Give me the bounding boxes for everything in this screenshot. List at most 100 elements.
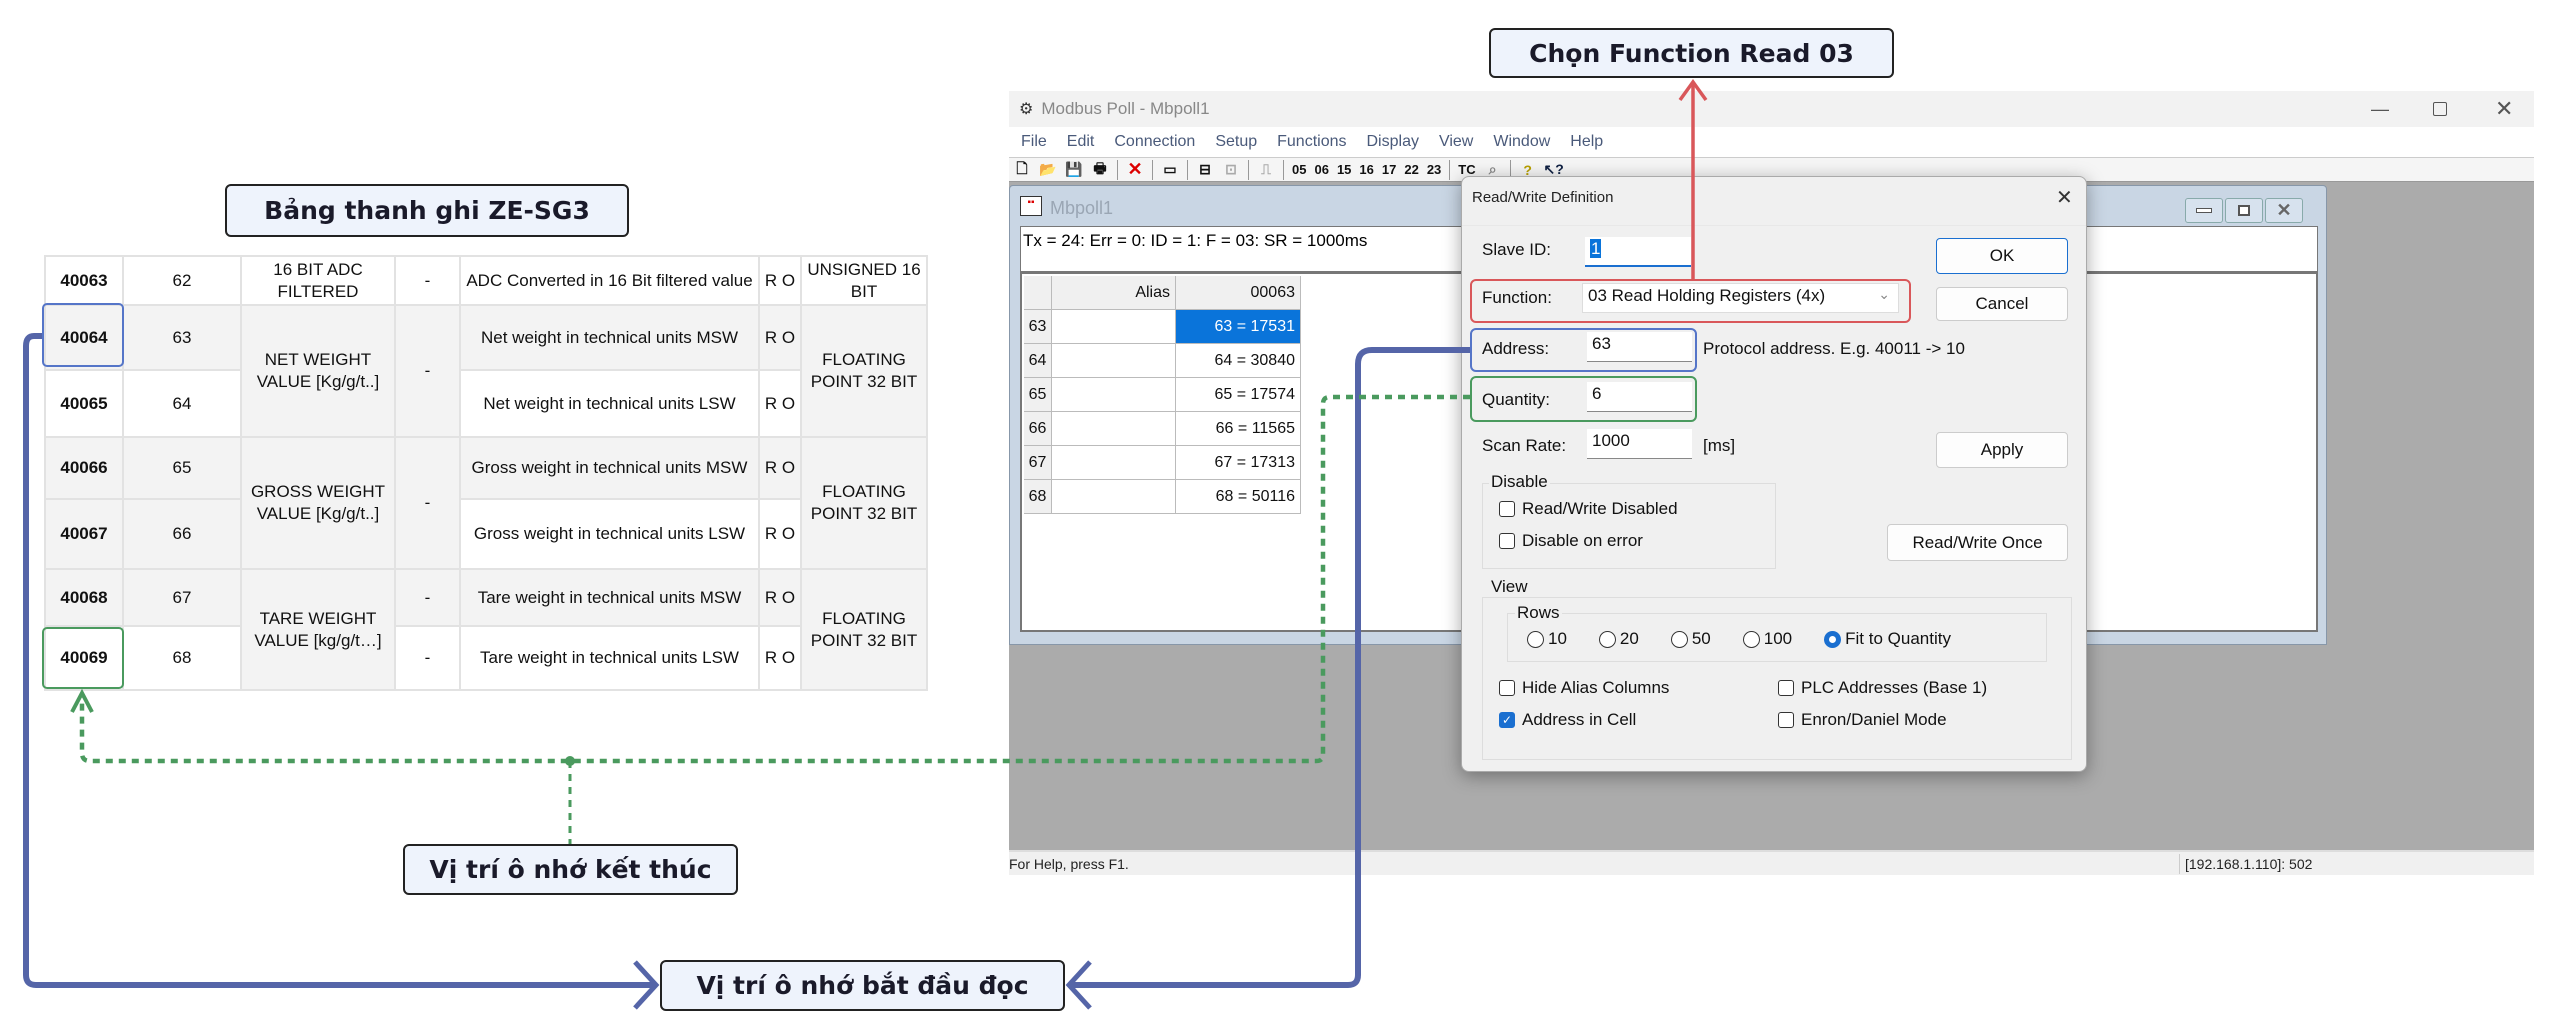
- row-number: 68: [1024, 480, 1052, 514]
- function-22-button[interactable]: 22: [1404, 162, 1418, 177]
- hide-alias-checkbox[interactable]: Hide Alias Columns: [1499, 678, 1669, 698]
- function-16-button[interactable]: 16: [1359, 162, 1373, 177]
- alias-cell[interactable]: [1052, 378, 1176, 412]
- register-name: 16 BIT ADC FILTERED: [240, 255, 396, 306]
- rows-option-radio[interactable]: 100: [1742, 629, 1792, 649]
- menu-window[interactable]: Window: [1493, 133, 1550, 151]
- read-write-definition-dialog: Read/Write Definition ✕ Slave ID: 1 Func…: [1461, 176, 2087, 772]
- connection-status: [192.168.1.110]: 502: [2185, 856, 2313, 872]
- dialog-close-button[interactable]: ✕: [2056, 185, 2073, 210]
- maximize-button[interactable]: [2433, 102, 2447, 116]
- scan-rate-input[interactable]: 1000: [1587, 429, 1692, 459]
- column-header-alias[interactable]: Alias: [1052, 276, 1176, 310]
- app-icon: ⚙: [1019, 101, 1034, 118]
- table-title: Bảng thanh ghi ZE-SG3: [264, 196, 590, 225]
- child-minimize-button[interactable]: [2185, 198, 2223, 223]
- column-header-address[interactable]: 00063: [1176, 276, 1301, 310]
- status-help-text: For Help, press F1.: [1009, 856, 1129, 872]
- function-23-button[interactable]: 23: [1427, 162, 1441, 177]
- menu-functions[interactable]: Functions: [1277, 133, 1346, 151]
- alias-cell[interactable]: [1052, 446, 1176, 480]
- value-cell[interactable]: 66 = 11565: [1176, 412, 1301, 446]
- checkbox-box: [1499, 501, 1515, 517]
- rows-option-radio[interactable]: 10: [1527, 629, 1567, 649]
- scan-rate-label: Scan Rate:: [1482, 436, 1567, 455]
- start-note: Vị trí ô nhớ bắt đầu đọc: [696, 971, 1029, 1000]
- delete-icon[interactable]: ✕: [1125, 159, 1145, 179]
- menu-view[interactable]: View: [1439, 133, 1473, 151]
- rows-option-radio[interactable]: Fit to Quantity: [1824, 629, 1951, 649]
- toolbar-separator: [1283, 159, 1284, 180]
- save-icon[interactable]: 💾: [1064, 161, 1084, 179]
- tc-button[interactable]: TC: [1458, 162, 1475, 177]
- dialog-body: [1462, 225, 2086, 226]
- alias-cell[interactable]: [1052, 412, 1176, 446]
- value-cell[interactable]: 63 = 17531: [1176, 310, 1301, 344]
- disconnect-icon[interactable]: ⊡: [1221, 161, 1241, 179]
- rows-option-label: 10: [1548, 629, 1567, 648]
- alias-cell[interactable]: [1052, 480, 1176, 514]
- alias-cell[interactable]: [1052, 344, 1176, 378]
- ok-button[interactable]: OK: [1936, 238, 2068, 274]
- register-address: 40067: [44, 498, 124, 570]
- function-15-button[interactable]: 15: [1337, 162, 1351, 177]
- table-row: 40068 67 TARE WEIGHT VALUE [kg/g/t…] - T…: [44, 568, 928, 691]
- register-desc: Net weight in technical units MSW: [459, 304, 760, 371]
- register-access: R O: [758, 436, 802, 500]
- cancel-button[interactable]: Cancel: [1936, 287, 2068, 321]
- address-in-cell-checkbox[interactable]: ✓ Address in Cell: [1499, 710, 1636, 730]
- menu-file[interactable]: File: [1021, 133, 1047, 151]
- register-access: R O: [758, 625, 802, 691]
- new-file-icon[interactable]: 🗋: [1012, 160, 1032, 179]
- rw-disabled-checkbox[interactable]: Read/Write Disabled: [1499, 499, 1678, 519]
- close-button[interactable]: ✕: [2495, 96, 2513, 122]
- row-number: 63: [1024, 310, 1052, 344]
- slave-id-input[interactable]: 1: [1585, 237, 1691, 267]
- menu-setup[interactable]: Setup: [1215, 133, 1257, 151]
- register-address: 40068: [44, 568, 124, 627]
- value-cell[interactable]: 68 = 50116: [1176, 480, 1301, 514]
- scan-rate-unit: [ms]: [1703, 436, 1736, 455]
- enron-mode-checkbox[interactable]: Enron/Daniel Mode: [1778, 710, 1947, 730]
- value-cell[interactable]: 64 = 30840: [1176, 344, 1301, 378]
- print-icon[interactable]: 🖶: [1090, 160, 1110, 179]
- register-name: GROSS WEIGHT VALUE [Kg/g/t..]: [240, 436, 396, 570]
- rows-option-label: 20: [1619, 629, 1639, 648]
- function-06-button[interactable]: 06: [1314, 162, 1328, 177]
- register-access: R O: [758, 498, 802, 570]
- rows-option-radio[interactable]: 20: [1598, 629, 1639, 649]
- child-close-button[interactable]: ✕: [2265, 198, 2303, 223]
- start-address-callout: Vị trí ô nhớ bắt đầu đọc: [660, 960, 1065, 1011]
- minimize-button[interactable]: —: [2371, 99, 2389, 120]
- menu-connection[interactable]: Connection: [1114, 133, 1195, 151]
- connect-icon[interactable]: ⊟: [1195, 161, 1215, 179]
- child-app-icon: ▪▪: [1020, 196, 1042, 216]
- radio-circle: [1824, 630, 1842, 648]
- open-folder-icon[interactable]: 📂: [1038, 161, 1058, 179]
- menu-display[interactable]: Display: [1367, 133, 1419, 151]
- value-cell[interactable]: 65 = 17574: [1176, 378, 1301, 412]
- read-write-once-button[interactable]: Read/Write Once: [1887, 524, 2068, 561]
- function-05-button[interactable]: 05: [1292, 162, 1306, 177]
- menu-edit[interactable]: Edit: [1067, 133, 1095, 151]
- register-index: 67: [122, 568, 242, 627]
- alias-cell[interactable]: [1052, 310, 1176, 344]
- apply-button[interactable]: Apply: [1936, 432, 2068, 468]
- child-maximize-button[interactable]: [2225, 198, 2263, 223]
- view-group-label: View: [1489, 577, 1530, 597]
- function-17-button[interactable]: 17: [1382, 162, 1396, 177]
- plc-addresses-checkbox[interactable]: PLC Addresses (Base 1): [1778, 678, 1987, 698]
- window-icon[interactable]: ▭: [1160, 161, 1180, 179]
- rows-option-radio[interactable]: 50: [1670, 629, 1711, 649]
- pulse-icon[interactable]: ⎍: [1256, 161, 1276, 179]
- scan-rate-value: 1000: [1592, 431, 1630, 450]
- value-cell[interactable]: 67 = 17313: [1176, 446, 1301, 480]
- dialog-title: Read/Write Definition: [1472, 189, 1614, 206]
- menu-help[interactable]: Help: [1570, 133, 1603, 151]
- register-desc: ADC Converted in 16 Bit filtered value: [459, 255, 760, 306]
- poll-status-line: Tx = 24: Err = 0: ID = 1: F = 03: SR = 1…: [1023, 231, 1368, 250]
- register-address: 40065: [44, 369, 124, 438]
- disable-on-error-checkbox[interactable]: Disable on error: [1499, 531, 1643, 551]
- table-row: 40064 63 NET WEIGHT VALUE [Kg/g/t..] - N…: [44, 304, 928, 438]
- table-row: 40067 66 Gross weight in technical units…: [44, 498, 927, 570]
